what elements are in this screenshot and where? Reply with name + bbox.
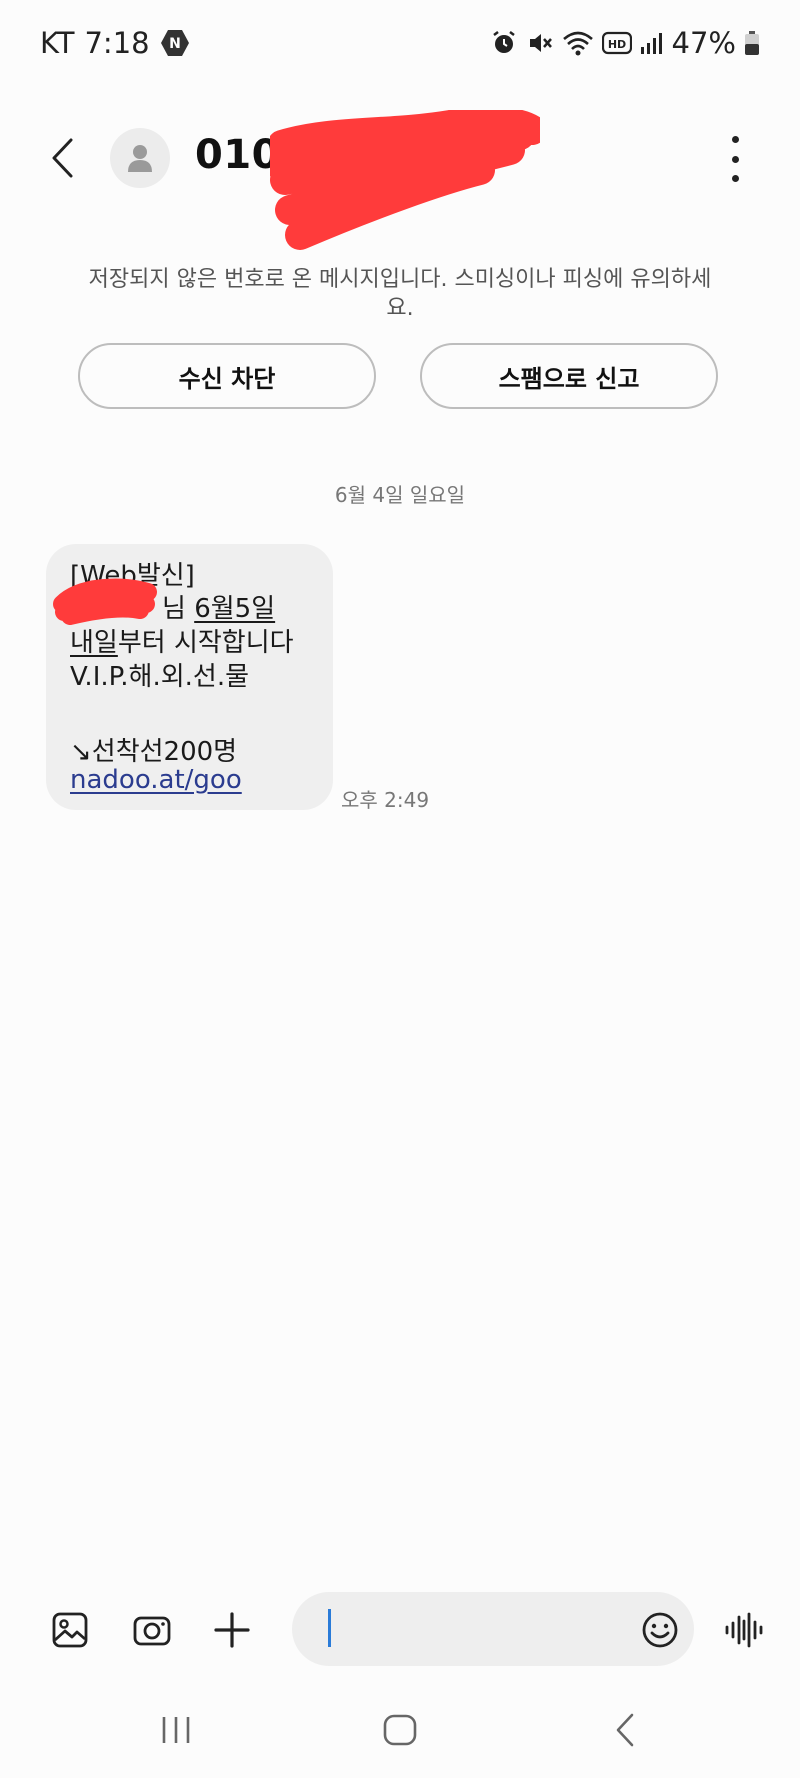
avatar[interactable] [110,128,170,188]
signal-icon [640,33,662,54]
report-spam-button[interactable]: 스팸으로 신고 [420,343,718,409]
redaction-scribble [53,578,157,625]
message-line: 님 6월5일 [162,588,275,625]
date-link[interactable]: 내일 [70,628,118,658]
more-vert-icon [731,136,739,143]
unsaved-number-warning: 저장되지 않은 번호로 온 메시지입니다. 스미싱이나 피싱에 유의하세요. [88,267,712,321]
back-arrow-icon [52,138,73,178]
message-line: 내일부터 시작합니다 [70,622,294,659]
voice-input-button[interactable] [720,1606,768,1654]
more-vert-dot [731,155,739,163]
block-number-button[interactable]: 수신 차단 [78,343,376,409]
nav-back-button[interactable] [610,1712,640,1752]
message-input[interactable] [292,1592,694,1666]
message-timestamp: 오후 2:49 [341,788,430,812]
status-bar-right: HD 47% [490,26,760,60]
voice-wave-icon [725,1612,763,1648]
nav-back-icon [616,1713,634,1747]
wifi-icon [562,31,593,56]
svg-text:HD: HD [607,38,625,51]
camera-button[interactable] [128,1606,176,1654]
message-line: V.I.P.해.외.선.물 [70,662,249,692]
redaction-scribble [270,110,540,250]
message-text: 부터 시작합니다 [117,628,294,658]
carrier-label: KT [40,26,75,60]
gallery-icon [52,1612,88,1648]
person-icon [128,145,152,172]
n-badge-icon: N [160,30,189,56]
battery-percent: 47% [671,26,736,60]
emoji-button[interactable] [636,1606,684,1654]
recents-button[interactable] [158,1712,194,1752]
svg-text:N: N [169,36,181,52]
message-text: 님 [162,594,195,624]
mute-icon [529,34,552,52]
clock: 7:18 [84,26,150,60]
home-button[interactable] [380,1712,420,1752]
alarm-icon [492,31,515,53]
more-vert-dot [731,175,739,182]
nav-home-icon [383,1714,417,1746]
attach-image-button[interactable] [46,1606,94,1654]
camera-icon [133,1616,171,1646]
add-attachment-button[interactable] [208,1606,256,1654]
back-button[interactable] [40,132,84,184]
hd-icon: HD [601,31,632,55]
status-bar-left: KT 7:18 N [40,26,190,60]
battery-icon [745,31,759,55]
nav-recents-icon [162,1717,190,1743]
plus-icon [214,1612,250,1648]
message-link[interactable]: nadoo.at/goo [70,765,242,795]
date-link[interactable]: 6월5일 [194,594,275,624]
text-cursor [328,1609,331,1647]
more-options-button[interactable] [720,136,750,182]
message-line: ↘선착선200명 [70,737,238,767]
date-divider: 6월 4일 일요일 [334,483,466,507]
emoji-icon [642,1612,678,1648]
